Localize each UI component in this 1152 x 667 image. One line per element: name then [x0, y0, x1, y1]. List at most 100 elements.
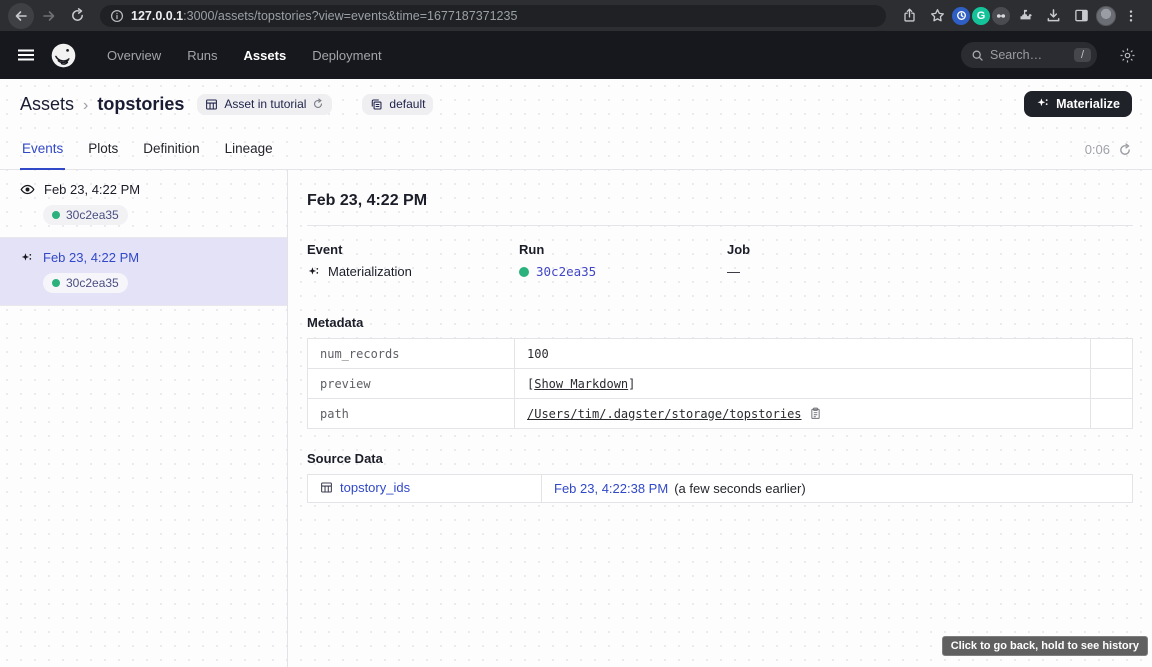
reload-button[interactable]	[64, 3, 90, 29]
metadata-value: [Show Markdown]	[515, 369, 1091, 399]
url-text: 127.0.0.1:3000/assets/topstories?view=ev…	[131, 9, 517, 23]
tab-definition[interactable]: Definition	[141, 141, 201, 170]
run-status-dot	[519, 267, 529, 277]
event-type-label: Materialization	[328, 264, 412, 279]
share-button[interactable]	[896, 3, 922, 29]
code-location-label: Asset in tutorial	[224, 97, 306, 111]
star-icon	[930, 8, 945, 23]
nav-item-assets[interactable]: Assets	[244, 48, 287, 63]
download-icon	[1046, 8, 1061, 23]
table-row: num_records 100	[308, 339, 1133, 369]
downloads-button[interactable]	[1040, 3, 1066, 29]
job-column: Job —	[727, 242, 1133, 279]
event-column-value: Materialization	[307, 264, 519, 279]
source-timestamp-link[interactable]: Feb 23, 4:22:38 PM	[554, 481, 668, 496]
tab-events[interactable]: Events	[20, 141, 65, 170]
job-empty-value: —	[727, 264, 740, 279]
kebab-menu-icon	[1124, 9, 1138, 23]
breadcrumb-assets-link[interactable]: Assets	[20, 94, 74, 114]
sparkle-icon	[1036, 97, 1050, 111]
clipboard-icon	[809, 407, 822, 420]
metadata-extra-cell	[1091, 399, 1133, 429]
nav-item-deployment[interactable]: Deployment	[312, 48, 381, 63]
settings-gear-button[interactable]	[1119, 47, 1136, 64]
job-column-label: Job	[727, 242, 1133, 257]
search-icon	[971, 49, 984, 62]
browser-profile-avatar[interactable]	[1096, 6, 1116, 26]
page-title: topstories	[97, 94, 184, 114]
code-location-badge[interactable]: Asset in tutorial	[197, 94, 332, 115]
metadata-value: /Users/tim/.dagster/storage/topstories	[515, 399, 1091, 429]
tab-lineage[interactable]: Lineage	[223, 141, 275, 170]
run-status-dot	[52, 211, 60, 219]
nav-menu-button[interactable]	[16, 45, 36, 65]
extension-grammarly-icon[interactable]: G	[972, 7, 990, 25]
group-badge[interactable]: default	[362, 94, 433, 115]
materialize-button[interactable]: Materialize	[1024, 91, 1132, 117]
forward-button[interactable]	[36, 3, 62, 29]
refresh-icon	[1118, 143, 1132, 157]
refresh-button[interactable]	[1118, 143, 1132, 157]
dagster-logo[interactable]	[50, 42, 77, 69]
reload-icon	[70, 8, 85, 23]
breadcrumb: Assets › topstories	[20, 94, 184, 115]
source-asset-name: topstory_ids	[340, 480, 410, 495]
goggles-icon	[995, 10, 1007, 22]
reload-location-icon[interactable]	[312, 98, 324, 110]
event-timestamp: Feb 23, 4:22 PM	[44, 182, 140, 197]
url-host: 127.0.0.1	[131, 9, 183, 23]
event-timestamp: Feb 23, 4:22 PM	[43, 250, 139, 265]
forward-arrow-icon	[41, 8, 57, 24]
source-timestamp-note: (a few seconds earlier)	[674, 481, 806, 496]
table-row: preview [Show Markdown]	[308, 369, 1133, 399]
global-search[interactable]: /	[961, 42, 1097, 68]
extension-clock-icon[interactable]	[952, 7, 970, 25]
show-markdown-link[interactable]: Show Markdown	[534, 377, 628, 391]
event-list-item-observation[interactable]: Feb 23, 4:22 PM 30c2ea35	[0, 170, 287, 238]
browser-toolbar: 127.0.0.1:3000/assets/topstories?view=ev…	[0, 0, 1152, 31]
breadcrumb-separator: ›	[83, 97, 88, 114]
grammarly-g: G	[977, 10, 986, 22]
event-time-row: Feb 23, 4:22 PM	[20, 182, 263, 197]
job-column-value: —	[727, 264, 1133, 279]
copy-path-button[interactable]	[809, 407, 822, 420]
bracket-close: ]	[628, 377, 635, 391]
run-id-link[interactable]: 30c2ea35	[536, 264, 596, 279]
source-timestamp-cell: Feb 23, 4:22:38 PM (a few seconds earlier…	[542, 475, 1133, 503]
run-column-label: Run	[519, 242, 727, 257]
search-input[interactable]	[990, 48, 1068, 62]
metadata-table: num_records 100 preview [Show Markdown] …	[307, 338, 1133, 429]
metadata-extra-cell	[1091, 339, 1133, 369]
source-asset-link[interactable]: topstory_ids	[320, 480, 410, 495]
browser-menu-button[interactable]	[1118, 3, 1144, 29]
search-shortcut-chip: /	[1074, 48, 1091, 62]
url-bar[interactable]: 127.0.0.1:3000/assets/topstories?view=ev…	[100, 5, 886, 27]
bookmark-button[interactable]	[924, 3, 950, 29]
back-button-tooltip: Click to go back, hold to see history	[942, 636, 1148, 656]
path-link[interactable]: /Users/tim/.dagster/storage/topstories	[527, 407, 802, 421]
metadata-value: 100	[515, 339, 1091, 369]
side-panel-button[interactable]	[1068, 3, 1094, 29]
source-asset-cell: topstory_ids	[308, 475, 542, 503]
table-row: path /Users/tim/.dagster/storage/topstor…	[308, 399, 1133, 429]
run-id-chip[interactable]: 30c2ea35	[43, 205, 128, 225]
puzzle-icon	[1018, 8, 1033, 23]
metadata-key: path	[308, 399, 515, 429]
screen: 127.0.0.1:3000/assets/topstories?view=ev…	[0, 0, 1152, 667]
eye-icon	[20, 182, 35, 197]
content-row: Feb 23, 4:22 PM 30c2ea35 Feb 23, 4:22 PM	[0, 170, 1152, 667]
run-status-dot	[52, 279, 60, 287]
clock-hands-icon	[956, 10, 967, 21]
nav-item-runs[interactable]: Runs	[187, 48, 217, 63]
nav-item-overview[interactable]: Overview	[107, 48, 161, 63]
extension-goggles-icon[interactable]	[992, 7, 1010, 25]
back-button[interactable]	[8, 3, 34, 29]
run-column: Run 30c2ea35	[519, 242, 727, 279]
group-label: default	[389, 97, 425, 111]
run-id-chip[interactable]: 30c2ea35	[43, 273, 128, 293]
site-info-icon[interactable]	[110, 9, 124, 23]
tab-plots[interactable]: Plots	[86, 141, 120, 170]
event-list-item-materialization[interactable]: Feb 23, 4:22 PM 30c2ea35	[0, 238, 287, 306]
extensions-button[interactable]	[1012, 3, 1038, 29]
refresh-timer: 0:06	[1085, 142, 1132, 169]
